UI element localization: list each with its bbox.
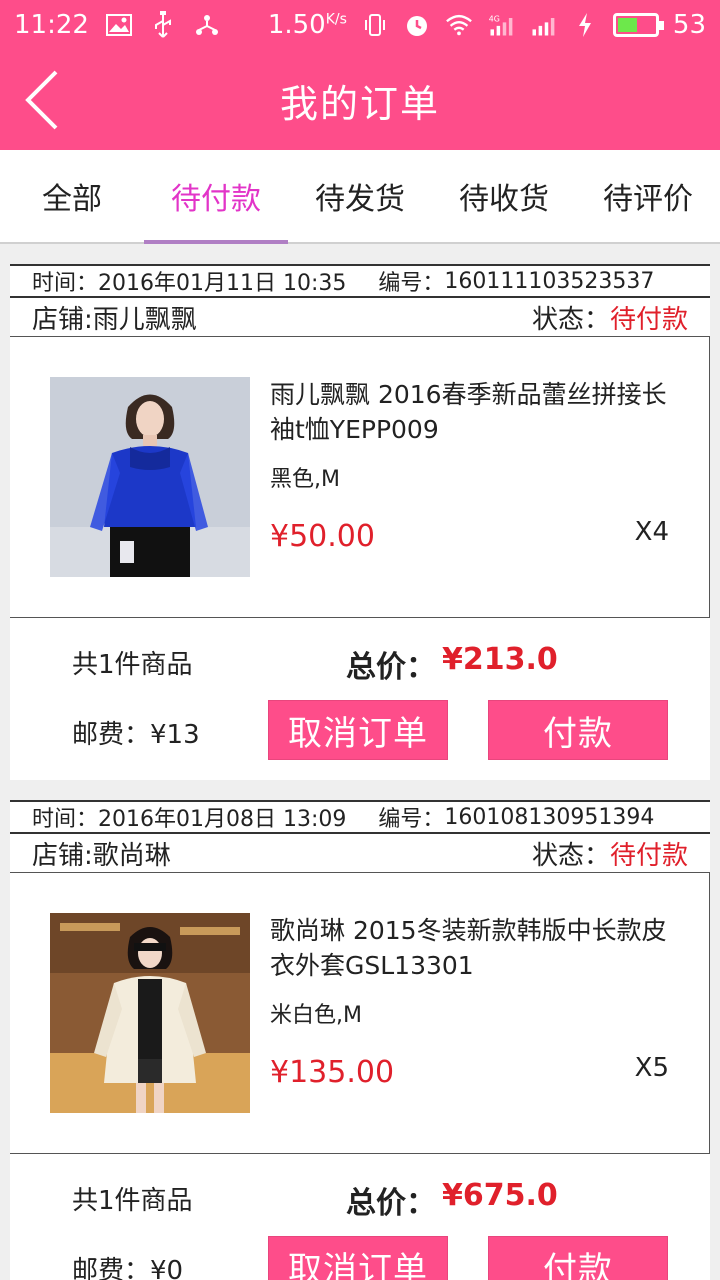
shipping-fee: 邮费：¥13 bbox=[72, 720, 200, 750]
order-number-label: 编号： bbox=[378, 271, 445, 296]
item-count: 共1件商品 bbox=[72, 650, 193, 680]
order-status: 状态：待付款 bbox=[532, 299, 688, 336]
tab-pending-receipt[interactable]: 待收货 bbox=[432, 150, 576, 242]
shop-row: 店铺:雨儿飘飘 状态：待付款 bbox=[10, 298, 710, 336]
status-bar: 11:22 1.50K/s 4G 53 bbox=[0, 0, 720, 50]
battery-icon bbox=[612, 13, 664, 37]
network-speed: 1.50K/s bbox=[268, 10, 347, 40]
shop-name[interactable]: 店铺:歌尚琳 bbox=[32, 835, 171, 872]
order-status: 状态：待付款 bbox=[532, 835, 688, 872]
status-label: 状态： bbox=[531, 840, 610, 871]
usb-icon bbox=[149, 11, 177, 39]
order-card: 时间： 2016年01月11日 10:35 编号： 16011110352353… bbox=[10, 264, 710, 780]
item-count: 共1件商品 bbox=[72, 1186, 193, 1216]
order-meta: 时间： 2016年01月11日 10:35 编号： 16011110352353… bbox=[10, 264, 710, 298]
shipping-fee: 邮费：¥0 bbox=[72, 1256, 184, 1280]
product-image[interactable] bbox=[50, 377, 250, 577]
cancel-order-button[interactable]: 取消订单 bbox=[268, 700, 448, 760]
pay-button[interactable]: 付款 bbox=[488, 700, 668, 760]
page-title: 我的订单 bbox=[279, 81, 440, 126]
status-value: 待付款 bbox=[609, 840, 688, 871]
vibrate-icon bbox=[361, 11, 389, 39]
header: 我的订单 bbox=[0, 50, 720, 150]
order-card: 时间： 2016年01月08日 13:09 编号： 16010813095139… bbox=[10, 800, 710, 1280]
total-label: 总价： bbox=[346, 650, 436, 685]
product-spec: 黑色,M bbox=[270, 467, 340, 492]
product-quantity: X5 bbox=[634, 1053, 669, 1083]
network-type: 4G bbox=[489, 15, 500, 24]
battery-level: 53 bbox=[672, 10, 706, 40]
order-meta: 时间： 2016年01月08日 13:09 编号： 16010813095139… bbox=[10, 800, 710, 834]
status-time: 11:22 bbox=[14, 10, 89, 40]
product-item[interactable]: 歌尚琳 2015冬装新款韩版中长款皮衣外套GSL13301 米白色,M ¥135… bbox=[10, 872, 710, 1154]
back-button[interactable] bbox=[20, 68, 68, 132]
product-price: ¥135.00 bbox=[270, 1055, 395, 1090]
product-image[interactable] bbox=[50, 913, 250, 1113]
total-label: 总价： bbox=[346, 1186, 436, 1221]
tab-bar: 全部 待付款 待发货 待收货 待评价 bbox=[0, 150, 720, 244]
wifi-icon bbox=[445, 11, 473, 39]
shop-row: 店铺:歌尚琳 状态：待付款 bbox=[10, 834, 710, 872]
image-icon bbox=[105, 11, 133, 39]
product-quantity: X4 bbox=[634, 517, 669, 547]
product-info: 雨儿飘飘 2016春季新品蕾丝拼接长袖t恤YEPP009 黑色,M bbox=[270, 377, 690, 493]
product-info: 歌尚琳 2015冬装新款韩版中长款皮衣外套GSL13301 米白色,M bbox=[270, 913, 690, 1029]
status-label: 状态： bbox=[531, 304, 610, 335]
product-price: ¥50.00 bbox=[270, 519, 375, 554]
cancel-order-button[interactable]: 取消订单 bbox=[268, 1236, 448, 1280]
total-price: ¥675.0 bbox=[442, 1178, 558, 1213]
signal-icon bbox=[529, 11, 557, 39]
order-number: 160111103523537 bbox=[444, 268, 655, 294]
order-time: 2016年01月11日 10:35 bbox=[98, 271, 347, 296]
order-number-label: 编号： bbox=[378, 807, 445, 832]
shop-name[interactable]: 店铺:雨儿飘飘 bbox=[32, 299, 197, 336]
order-time: 2016年01月08日 13:09 bbox=[98, 807, 347, 832]
tab-pending-payment[interactable]: 待付款 bbox=[144, 150, 288, 244]
total-price: ¥213.0 bbox=[442, 642, 558, 677]
chevron-left-icon bbox=[25, 70, 58, 130]
battery-fill bbox=[617, 18, 637, 32]
status-value: 待付款 bbox=[609, 304, 688, 335]
product-name: 雨儿飘飘 2016春季新品蕾丝拼接长袖t恤YEPP009 bbox=[270, 380, 667, 444]
share-icon bbox=[193, 11, 221, 39]
speed-value: 1.50 bbox=[267, 10, 326, 40]
order-time-label: 时间： bbox=[32, 271, 99, 296]
order-summary: 共1件商品 总价： ¥675.0 邮费：¥0 取消订单 付款 bbox=[10, 1154, 710, 1280]
signal-icon: 4G bbox=[487, 11, 515, 39]
charging-icon bbox=[571, 11, 599, 39]
product-spec: 米白色,M bbox=[270, 1003, 362, 1028]
pay-button[interactable]: 付款 bbox=[488, 1236, 668, 1280]
tab-pending-shipment[interactable]: 待发货 bbox=[288, 150, 432, 242]
order-number: 160108130951394 bbox=[444, 804, 655, 830]
order-time-label: 时间： bbox=[32, 807, 99, 832]
product-name: 歌尚琳 2015冬装新款韩版中长款皮衣外套GSL13301 bbox=[270, 916, 667, 980]
speed-unit: K/s bbox=[325, 11, 347, 28]
product-item[interactable]: 雨儿飘飘 2016春季新品蕾丝拼接长袖t恤YEPP009 黑色,M ¥50.00… bbox=[10, 336, 710, 618]
tab-pending-review[interactable]: 待评价 bbox=[576, 150, 720, 242]
alarm-icon bbox=[403, 11, 431, 39]
tab-all[interactable]: 全部 bbox=[0, 150, 144, 242]
app-screen: 11:22 1.50K/s 4G 53 我的订单 全部 待付款 待发货 待收货 … bbox=[0, 0, 720, 1280]
order-summary: 共1件商品 总价： ¥213.0 邮费：¥13 取消订单 付款 bbox=[10, 618, 710, 780]
